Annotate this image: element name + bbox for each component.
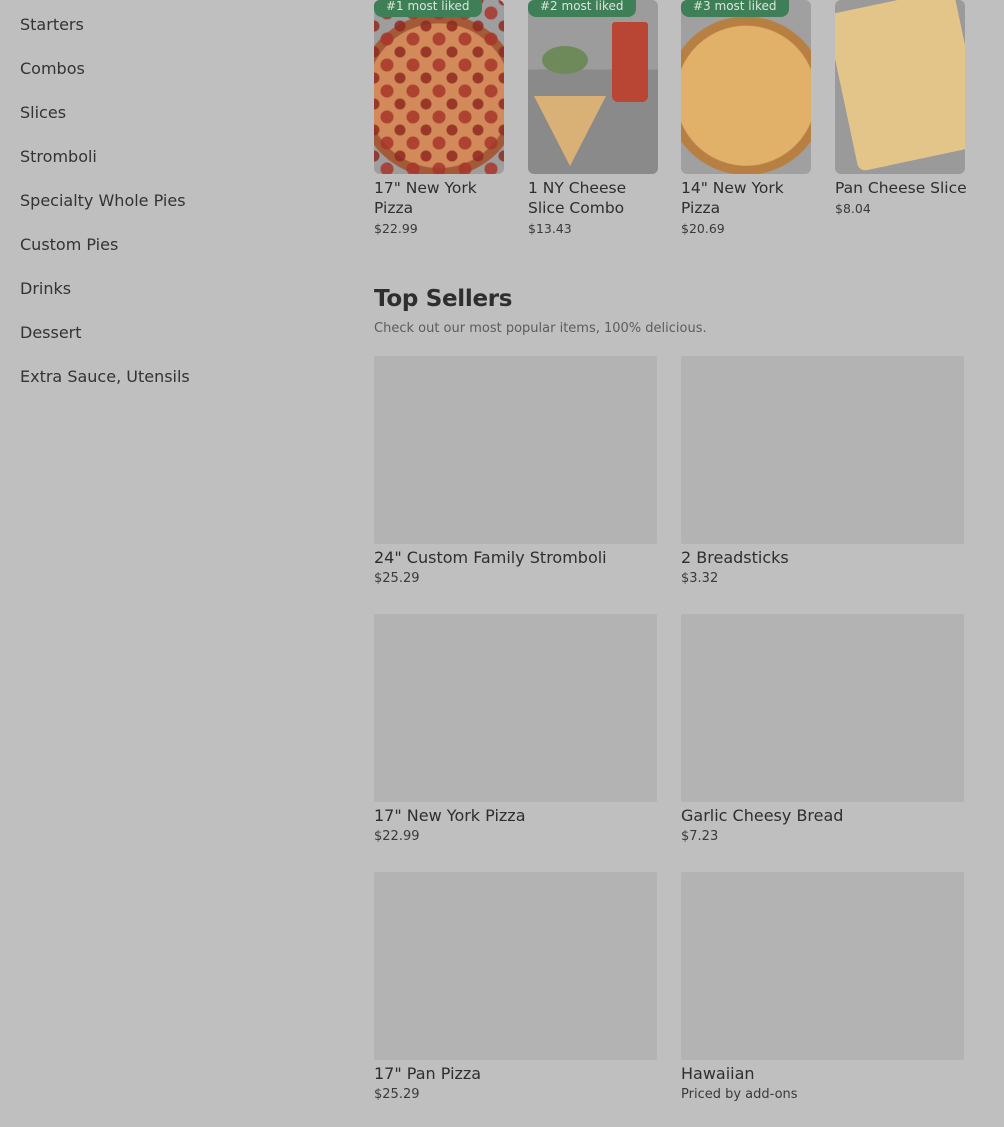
sidebar-item-custom-pies[interactable]: Custom Pies	[20, 220, 340, 264]
sidebar-item-extra-sauce-utensils[interactable]: Extra Sauce, Utensils	[20, 352, 340, 396]
top-seller-card[interactable]: Hawaiian Priced by add-ons	[681, 872, 964, 1102]
section-title: Top Sellers	[374, 286, 513, 312]
item-price: $8.04	[835, 201, 871, 216]
item-image-placeholder	[374, 614, 657, 802]
item-photo: #1 most liked	[374, 0, 504, 174]
item-name: 17" Pan Pizza	[374, 1064, 482, 1083]
section-subtitle: Check out our most popular items, 100% d…	[374, 321, 707, 336]
slice-shape	[534, 96, 606, 166]
item-image-placeholder	[374, 356, 657, 544]
sidebar-item-starters[interactable]: Starters	[20, 0, 340, 44]
item-name: Hawaiian	[681, 1064, 755, 1083]
item-price: $20.69	[681, 221, 725, 236]
item-price: $25.29	[374, 571, 420, 586]
item-price: $25.29	[374, 1087, 420, 1102]
top-seller-card[interactable]: Garlic Cheesy Bread $7.23	[681, 614, 964, 844]
item-price: Priced by add-ons	[681, 1087, 798, 1102]
sidebar-item-drinks[interactable]: Drinks	[20, 264, 340, 308]
most-liked-card[interactable]: #3 most liked 14" New York Pizza $20.69	[681, 0, 811, 236]
item-price: $22.99	[374, 221, 418, 236]
top-seller-card[interactable]: 17" New York Pizza $22.99	[374, 614, 657, 844]
item-image-placeholder	[681, 356, 964, 544]
top-seller-card[interactable]: 2 Breadsticks $3.32	[681, 356, 964, 586]
item-price: $7.23	[681, 829, 719, 844]
item-name: 24" Custom Family Stromboli	[374, 548, 607, 567]
item-name: 17" New York Pizza	[374, 179, 477, 217]
top-seller-card[interactable]: 24" Custom Family Stromboli $25.29	[374, 356, 657, 586]
most-liked-badge: #3 most liked	[681, 0, 789, 17]
item-image-placeholder	[374, 872, 657, 1060]
most-liked-card[interactable]: #2 most liked 1 NY Cheese Slice Combo $1…	[528, 0, 658, 236]
sidebar-item-combos[interactable]: Combos	[20, 44, 340, 88]
item-name: 2 Breadsticks	[681, 548, 789, 567]
item-price: $13.43	[528, 221, 572, 236]
item-name: 1 NY Cheese Slice Combo	[528, 179, 627, 217]
item-photo	[835, 0, 965, 174]
item-price: $3.32	[681, 571, 719, 586]
item-image-placeholder	[681, 872, 964, 1060]
item-price: $22.99	[374, 829, 420, 844]
top-seller-card[interactable]: 17" Pan Pizza $25.29	[374, 872, 657, 1102]
item-name: Pan Cheese Slice	[835, 179, 967, 197]
salad-shape	[542, 46, 588, 74]
item-name: 14" New York Pizza	[681, 179, 784, 217]
item-name: Garlic Cheesy Bread	[681, 806, 844, 825]
sidebar-item-specialty-whole-pies[interactable]: Specialty Whole Pies	[20, 176, 340, 220]
sidebar-item-stromboli[interactable]: Stromboli	[20, 132, 340, 176]
sidebar-item-dessert[interactable]: Dessert	[20, 308, 340, 352]
item-photo: #2 most liked	[528, 0, 658, 174]
sidebar-item-slices[interactable]: Slices	[20, 88, 340, 132]
drink-cup-shape	[612, 22, 648, 102]
category-sidebar: Starters Combos Slices Stromboli Special…	[20, 0, 340, 396]
most-liked-card[interactable]: #1 most liked 17" New York Pizza $22.99	[374, 0, 504, 236]
item-name: 17" New York Pizza	[374, 806, 526, 825]
slice-shape	[835, 0, 965, 172]
most-liked-card[interactable]: Pan Cheese Slice $8.04	[835, 0, 967, 216]
most-liked-badge: #1 most liked	[374, 0, 482, 17]
item-image-placeholder	[681, 614, 964, 802]
most-liked-badge: #2 most liked	[528, 0, 636, 17]
item-photo: #3 most liked	[681, 0, 811, 174]
